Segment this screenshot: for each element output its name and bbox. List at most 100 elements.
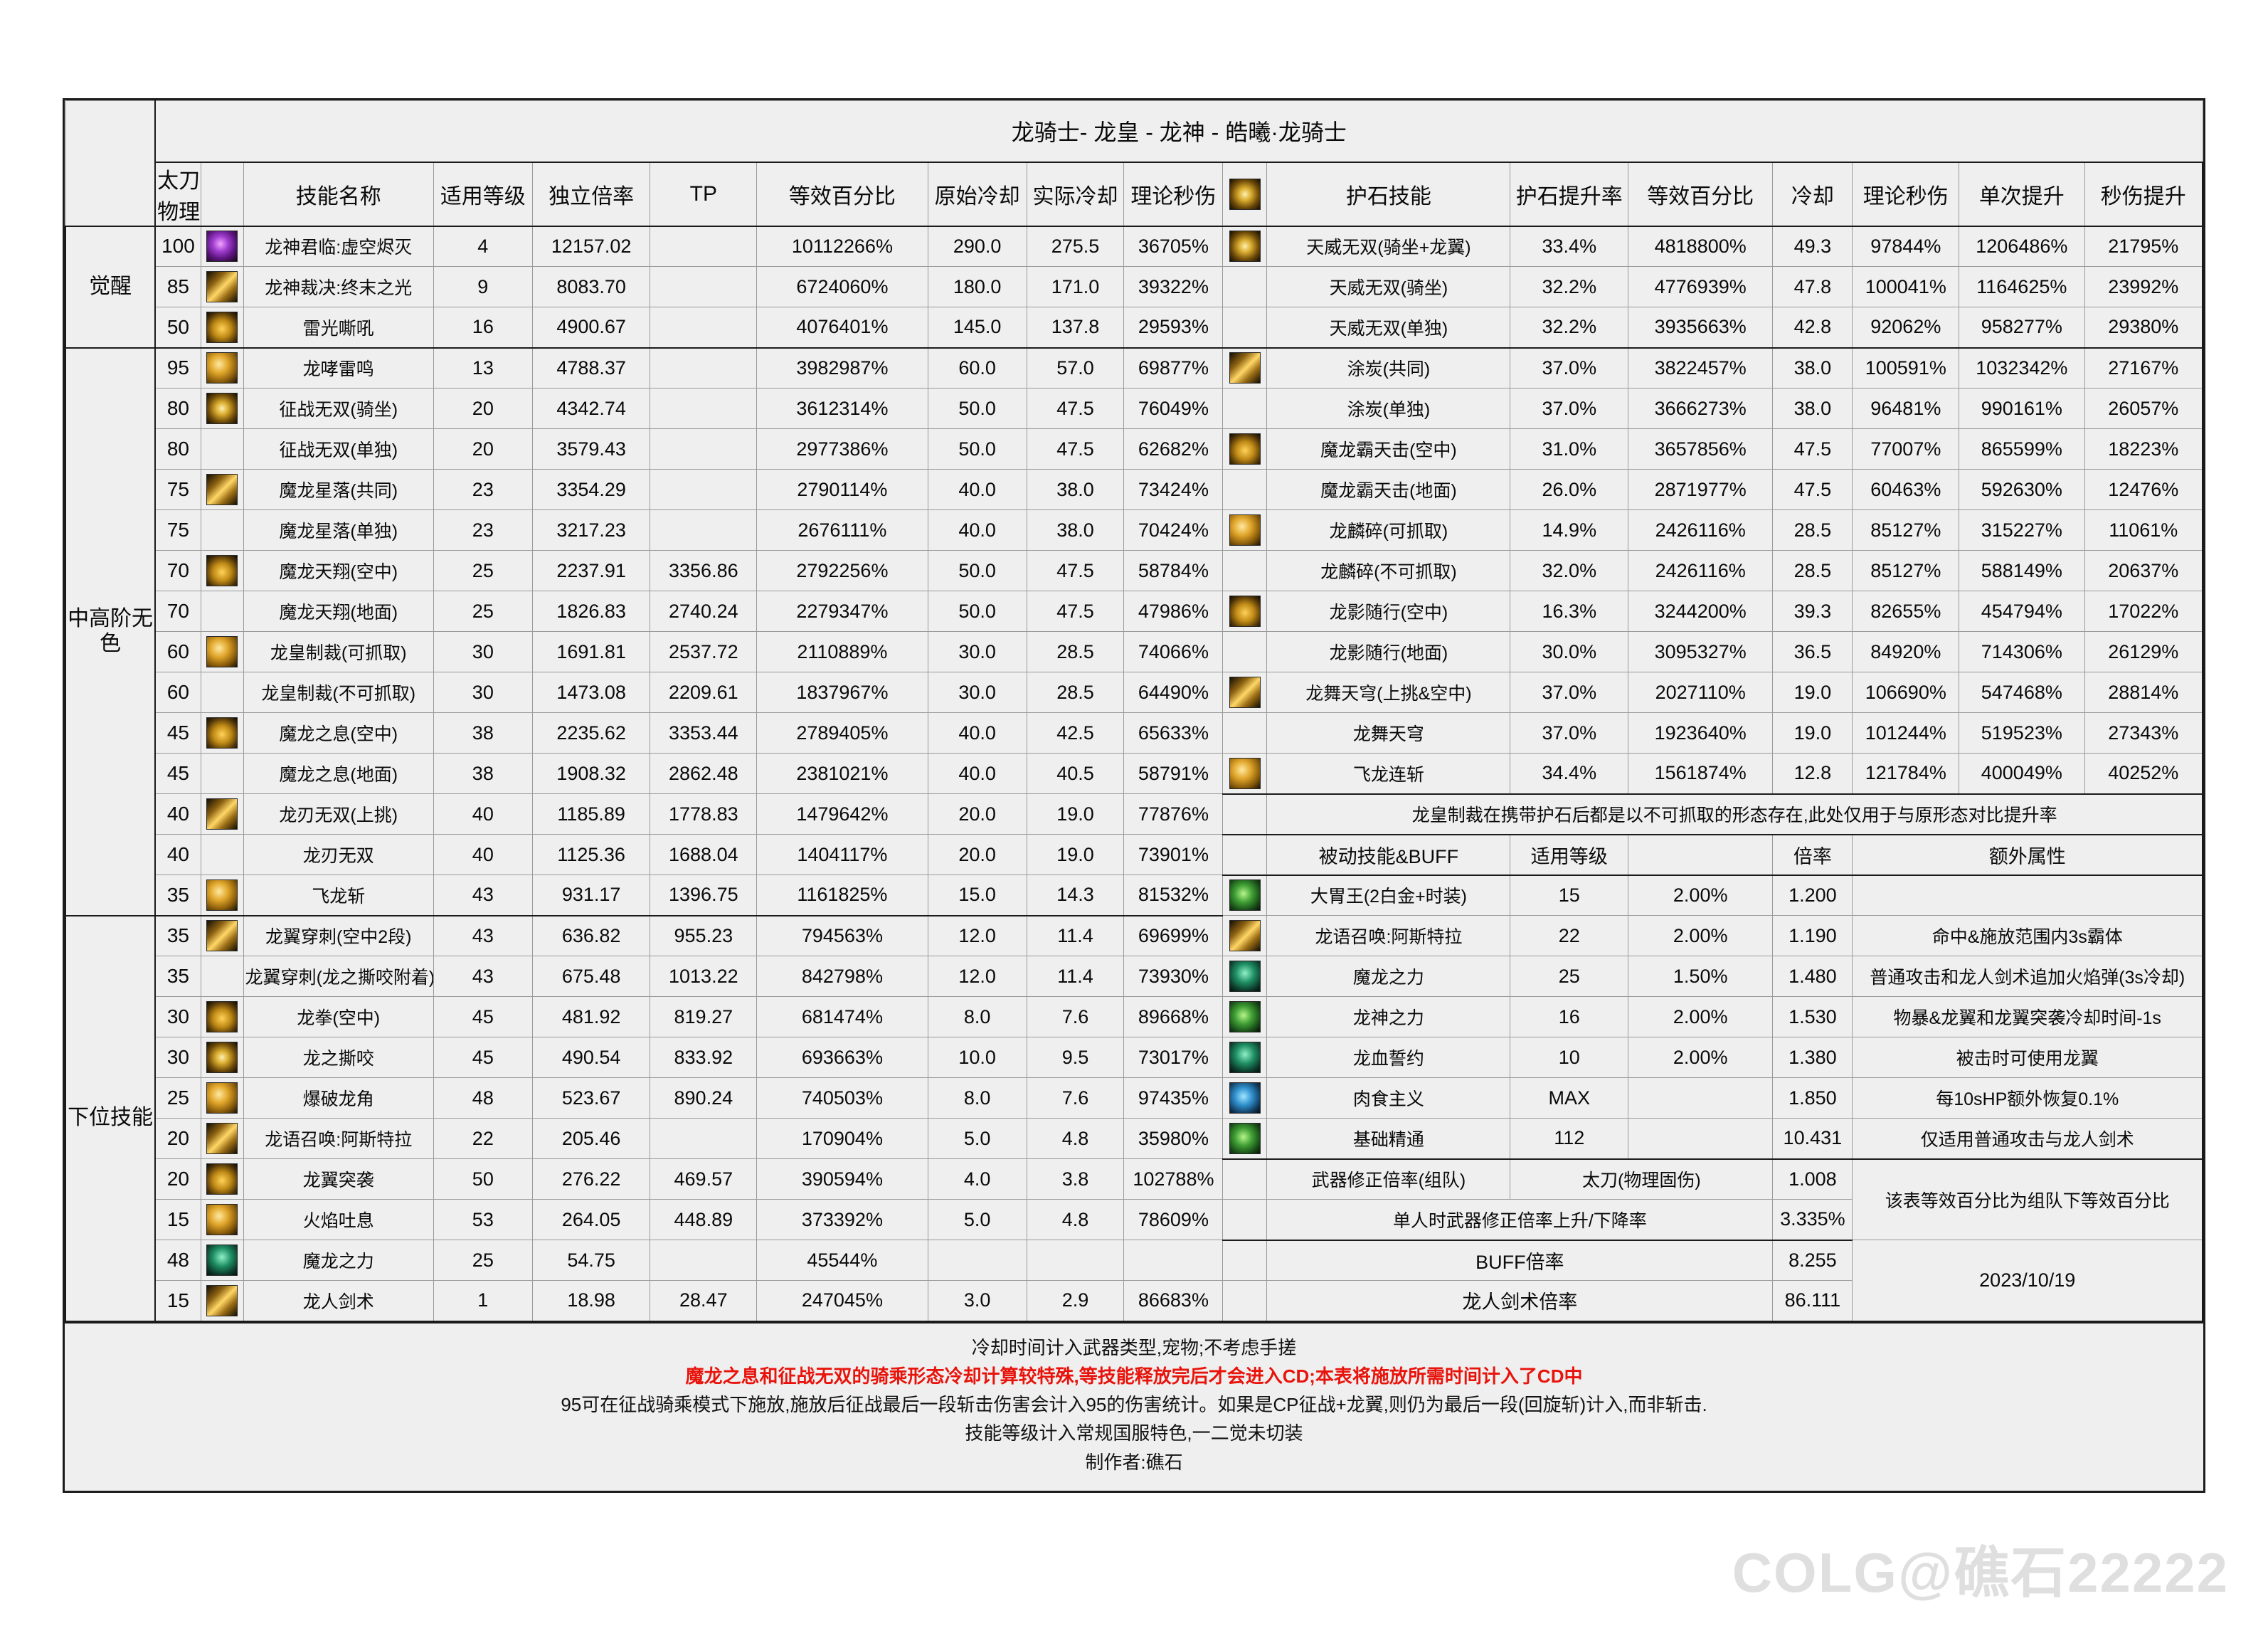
cell-passive-apply: 15 — [1510, 875, 1629, 916]
cell-dps-gain: 17022% — [2084, 591, 2203, 632]
cell-passive-extra — [1852, 875, 2204, 916]
cell-rune-equiv: 4776939% — [1628, 266, 1774, 307]
cell-skill-name: 魔龙之息(地面) — [243, 753, 434, 794]
cell-tp: 469.57 — [650, 1158, 758, 1200]
cell-level: 75 — [154, 509, 201, 551]
skill-icon — [206, 636, 238, 667]
cell-skill-name: 龙翼突袭 — [243, 1158, 434, 1200]
cell-theoretical-dps: 64490% — [1123, 672, 1224, 713]
cell-tp: 3356.86 — [650, 550, 758, 591]
cell-level: 60 — [154, 672, 201, 713]
cell-rune-skill: 魔龙霸天击(地面) — [1266, 469, 1511, 510]
cell-skill-name: 龙人剑术 — [243, 1280, 434, 1322]
cell-level: 70 — [154, 550, 201, 591]
cell-equiv-percent: 1161825% — [756, 875, 928, 916]
cell-solo-rate: 3.335% — [1772, 1199, 1853, 1241]
cell-actual-cd: 47.5 — [1026, 550, 1125, 591]
skill-icon-cell — [200, 996, 244, 1037]
cell-apply-level: 50 — [433, 1158, 533, 1200]
table-row: 35 飞龙斩 43 931.17 1396.75 1161825% 15.0 14.3 8153… — [65, 875, 2204, 916]
cell-theoretical-dps: 73930% — [1123, 956, 1224, 997]
cell-theoretical-dps: 73901% — [1123, 834, 1224, 875]
skill-icon — [206, 352, 238, 384]
cell-actual-cd: 47.5 — [1026, 388, 1125, 429]
rune-icon-cell — [1222, 591, 1268, 632]
cell-independent-rate: 2237.91 — [531, 550, 651, 591]
cell-tp: 28.47 — [650, 1280, 758, 1322]
skill-icon — [206, 717, 238, 749]
skill-icon — [1229, 1122, 1261, 1154]
cell-theoretical-dps: 97435% — [1123, 1077, 1224, 1119]
cell-apply-level: 38 — [433, 712, 533, 754]
cell-independent-rate: 1125.36 — [531, 834, 651, 875]
cell-dps-gain: 21795% — [2084, 226, 2203, 267]
skill-icon — [206, 555, 238, 586]
cell-apply-level: 43 — [433, 915, 533, 956]
cell-rune-dps: 85127% — [1852, 509, 1960, 551]
footer-icon-cell — [1222, 1280, 1268, 1322]
skill-icon — [206, 1123, 238, 1154]
cell-equiv-percent: 1837967% — [756, 672, 928, 713]
header-skill-name: 技能名称 — [243, 162, 434, 227]
cell-equiv-percent: 2381021% — [756, 753, 928, 794]
cell-passive-name: 大胃王(2白金+时装) — [1266, 875, 1511, 916]
cell-equiv-percent: 681474% — [756, 996, 928, 1037]
cell-tp — [650, 1118, 758, 1159]
cell-passive-rate: 1.530 — [1772, 996, 1853, 1037]
cell-rune-equiv: 3244200% — [1628, 591, 1774, 632]
cell-apply-level: 4 — [433, 226, 533, 267]
cell-raw-cd — [927, 1240, 1027, 1281]
cell-actual-cd: 57.0 — [1026, 347, 1125, 389]
table-row: 75 魔龙星落(共同) 23 3354.29 2790114% 40.0 38.0 73424… — [65, 469, 2203, 510]
cell-raw-cd: 40.0 — [927, 509, 1027, 551]
cell-raw-cd: 290.0 — [927, 226, 1027, 267]
cell-passive-apply: 22 — [1510, 915, 1629, 956]
passive-header-blank — [1628, 834, 1774, 876]
cell-apply-level: 25 — [433, 550, 533, 591]
cell-rune-skill: 涂炭(共同) — [1266, 347, 1511, 389]
cell-independent-rate: 931.17 — [531, 875, 651, 916]
cell-raw-cd: 10.0 — [927, 1037, 1027, 1078]
character-portrait — [65, 100, 157, 227]
cell-level: 95 — [154, 347, 201, 389]
cell-rune-rate: 31.0% — [1510, 428, 1629, 470]
header-apply-level: 适用等级 — [433, 162, 533, 227]
cell-apply-level: 13 — [433, 347, 533, 389]
cell-rune-cd: 42.8 — [1772, 307, 1853, 349]
cell-equiv-percent: 2792256% — [756, 550, 928, 591]
skill-icon-cell — [200, 1240, 244, 1281]
cell-rune-equiv: 1923640% — [1628, 712, 1774, 754]
cell-weapon-fix-rate: 1.008 — [1772, 1158, 1853, 1200]
header-rune-dps: 理论秒伤 — [1852, 162, 1960, 227]
table-row: 70 魔龙天翔(空中) 25 2237.91 3356.86 2792256% 50.0 47… — [65, 550, 2203, 591]
cell-actual-cd: 28.5 — [1026, 672, 1125, 713]
table-row: 40 龙刃无双(上挑) 40 1185.89 1778.83 1479642% 20.0 19… — [65, 793, 2204, 835]
skill-icon — [206, 1245, 238, 1276]
cell-apply-level: 16 — [433, 307, 533, 349]
cell-equiv-percent: 170904% — [756, 1118, 928, 1159]
cell-tp — [650, 226, 758, 267]
skill-icon — [206, 1082, 238, 1114]
cell-rune-dps: 60463% — [1852, 469, 1960, 510]
cell-rune-rate: 16.3% — [1510, 591, 1629, 632]
cell-rune-rate: 14.9% — [1510, 509, 1629, 551]
rune-icon-cell — [1222, 428, 1268, 470]
cell-theoretical-dps: 36705% — [1123, 226, 1224, 267]
cell-tp: 2537.72 — [650, 631, 758, 672]
skill-icon — [1229, 231, 1261, 263]
skill-icon — [1229, 1042, 1261, 1073]
cell-skill-name: 雷光嘶吼 — [243, 307, 434, 349]
header-independent-rate: 独立倍率 — [531, 162, 651, 227]
rune-icon-cell — [1222, 388, 1268, 429]
passive-icon-cell — [1222, 875, 1268, 916]
cell-passive-name: 基础精通 — [1266, 1118, 1511, 1160]
cell-apply-level: 25 — [433, 591, 533, 632]
cell-theoretical-dps: 73424% — [1123, 469, 1224, 510]
cell-passive-name: 肉食主义 — [1266, 1077, 1511, 1119]
header-weapon-line2: 物理固伤 — [157, 200, 201, 224]
cell-theoretical-dps: 35980% — [1123, 1118, 1224, 1159]
cell-theoretical-dps: 74066% — [1123, 631, 1224, 672]
cell-independent-rate: 264.05 — [531, 1199, 651, 1240]
cell-rune-rate: 37.0% — [1510, 672, 1629, 713]
cell-raw-cd: 15.0 — [927, 875, 1027, 916]
